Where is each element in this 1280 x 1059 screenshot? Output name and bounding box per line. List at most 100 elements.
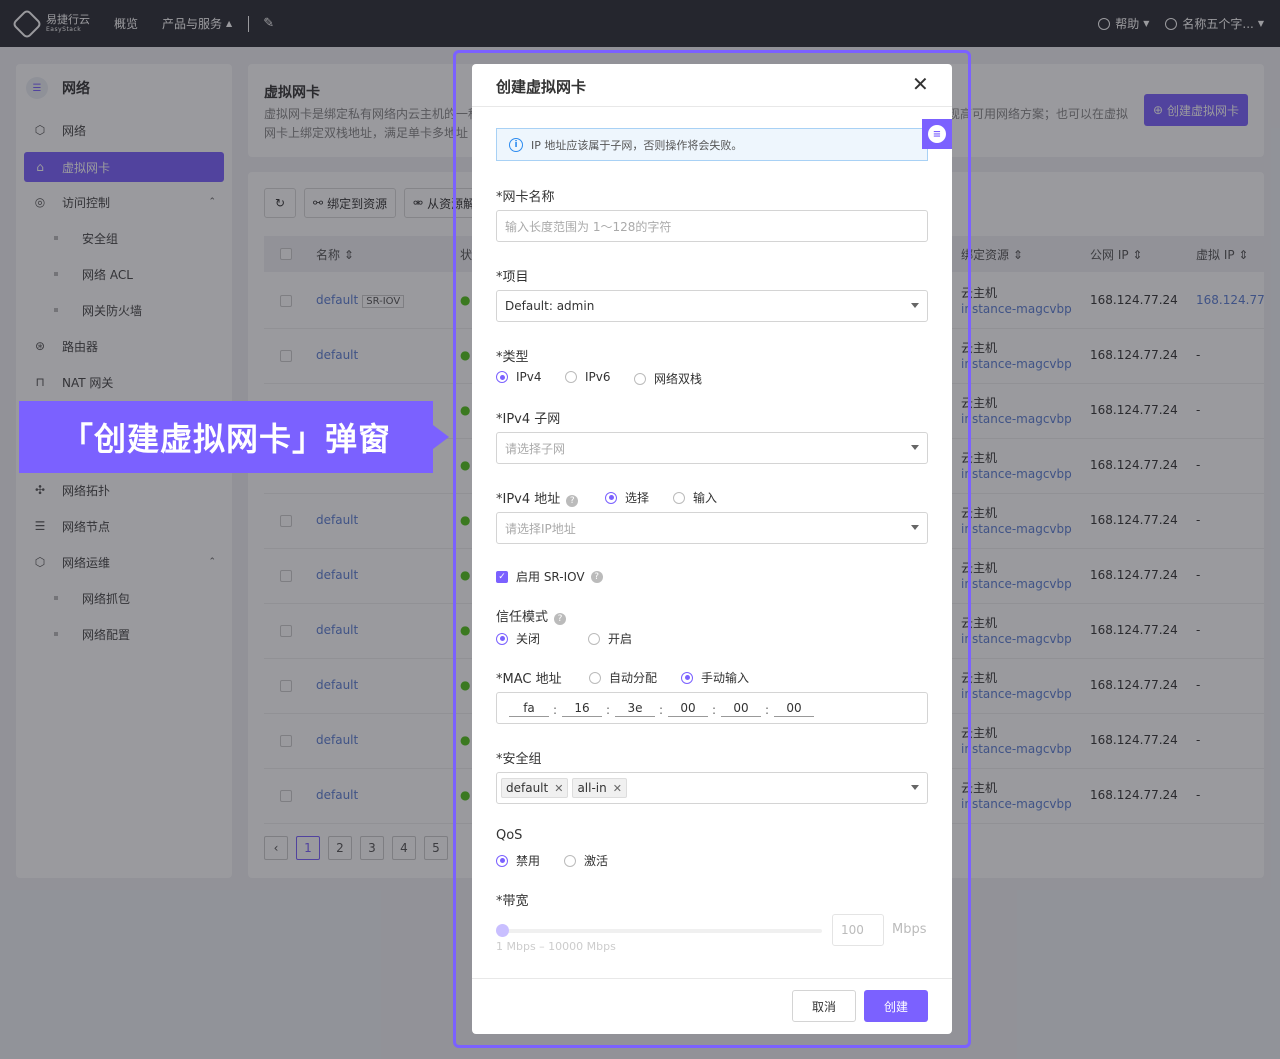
dropdown-caret-icon [911, 525, 919, 530]
subnet-label: *IPv4 子网 [496, 412, 561, 427]
bandwidth-range-hint: 1 Mbps – 10000 Mbps [496, 940, 616, 953]
mac-segment-input[interactable]: 00 [668, 701, 708, 717]
project-value: Default: admin [505, 299, 595, 313]
ipv4-address-label: *IPv4 地址? [496, 488, 579, 507]
bandwidth-slider-handle[interactable] [496, 924, 509, 937]
mac-segment-input[interactable]: fa [509, 701, 549, 717]
radio-checked-icon [605, 491, 617, 504]
callout-arrow [433, 425, 449, 449]
modal-title: 创建虚拟网卡 [496, 78, 587, 96]
qos-label: QoS [496, 828, 523, 843]
radio-label: 激活 [584, 854, 609, 868]
radio-icon [673, 491, 685, 504]
trust-off-radio[interactable]: 关闭 [496, 630, 540, 647]
mac-address-input: fa : 16 : 3e : 00 : 00 : 00 [496, 692, 928, 724]
sg-tag-label: default [506, 781, 549, 795]
trust-mode-label-text: 信任模式 [496, 610, 549, 625]
mac-segment-input[interactable]: 16 [562, 701, 602, 717]
mac-manual-radio[interactable]: 手动输入 [681, 669, 749, 686]
radio-label: 禁用 [516, 854, 541, 868]
type-dualstack-radio[interactable]: 网络双栈 [634, 370, 702, 387]
qos-disable-radio[interactable]: 禁用 [496, 852, 540, 869]
type-ipv4-radio[interactable]: IPv4 [496, 370, 542, 384]
radio-checked-icon [681, 671, 693, 684]
mac-colon: : [765, 703, 770, 717]
sriov-label: 启用 SR-IOV [516, 570, 585, 584]
feedback-button[interactable]: ≡ [922, 119, 952, 149]
create-button[interactable]: 创建 [864, 990, 928, 1022]
radio-label: IPv4 [516, 370, 542, 384]
mac-colon: : [659, 703, 664, 717]
mac-address-label: *MAC 地址 [496, 672, 562, 687]
trust-on-radio[interactable]: 开启 [588, 630, 632, 647]
radio-checked-icon [496, 371, 508, 383]
mac-colon: : [712, 703, 717, 717]
radio-icon [634, 372, 646, 385]
type-ipv6-radio[interactable]: IPv6 [565, 370, 611, 384]
radio-icon [588, 632, 600, 645]
close-icon[interactable]: ✕ [554, 782, 563, 795]
radio-label: 自动分配 [609, 671, 658, 685]
ipv4-address-label-text: *IPv4 地址 [496, 492, 561, 507]
radio-icon [589, 671, 601, 684]
nic-name-label: *网卡名称 [496, 190, 555, 205]
qos-enable-radio[interactable]: 激活 [564, 852, 608, 869]
radio-checked-icon [496, 632, 508, 645]
sg-tag-label: all-in [577, 781, 607, 795]
help-icon[interactable]: ? [554, 613, 567, 625]
radio-icon [565, 371, 577, 383]
subnet-select[interactable]: 请选择子网 [496, 432, 928, 464]
project-select[interactable]: Default: admin [496, 290, 928, 322]
radio-label: 关闭 [516, 632, 541, 646]
help-icon[interactable]: ? [590, 570, 603, 583]
info-icon: i [509, 137, 523, 152]
address-input-radio[interactable]: 输入 [673, 489, 717, 506]
sriov-checkbox[interactable]: ✓ 启用 SR-IOV? [496, 568, 603, 585]
radio-label: IPv6 [585, 370, 611, 384]
radio-label: 手动输入 [701, 671, 750, 685]
cancel-button[interactable]: 取消 [792, 990, 856, 1022]
bandwidth-input[interactable]: 100 [832, 914, 884, 946]
alert-text: IP 地址应该属于子网，否则操作将会失败。 [531, 138, 743, 152]
bandwidth-unit: Mbps [892, 922, 927, 937]
mac-segment-input[interactable]: 3e [615, 701, 655, 717]
dropdown-caret-icon [911, 445, 919, 450]
mac-colon: : [606, 703, 611, 717]
ip-address-select[interactable]: 请选择IP地址 [496, 512, 928, 544]
mac-segment-input[interactable]: 00 [721, 701, 761, 717]
trust-mode-label: 信任模式? [496, 606, 567, 625]
help-icon[interactable]: ? [566, 495, 579, 507]
nic-name-input[interactable]: 输入长度范围为 1～128的字符 [496, 210, 928, 242]
mac-colon: : [553, 703, 558, 717]
radio-icon [564, 854, 576, 867]
radio-label: 网络双栈 [654, 372, 703, 386]
dropdown-caret-icon [911, 303, 919, 308]
address-select-radio[interactable]: 选择 [605, 489, 649, 506]
mac-segment-input[interactable]: 00 [774, 701, 814, 717]
close-icon[interactable]: ✕ [613, 782, 622, 795]
sg-tag: default ✕ [501, 778, 569, 798]
type-label: *类型 [496, 350, 529, 365]
project-label: *项目 [496, 270, 529, 285]
subnet-placeholder: 请选择子网 [505, 441, 566, 456]
radio-label: 开启 [608, 632, 633, 646]
annotation-callout: 「创建虚拟网卡」弹窗 [19, 401, 433, 473]
radio-label: 选择 [625, 491, 650, 505]
bandwidth-slider-track[interactable] [500, 929, 822, 933]
info-alert: i IP 地址应该属于子网，否则操作将会失败。 [496, 128, 928, 161]
security-group-select[interactable]: default ✕ all-in ✕ [496, 772, 928, 804]
bandwidth-label: *带宽 [496, 894, 529, 909]
sg-tag: all-in ✕ [572, 778, 627, 798]
radio-checked-icon [496, 854, 508, 867]
divider [472, 106, 952, 107]
create-nic-modal: 创建虚拟网卡 ✕ i IP 地址应该属于子网，否则操作将会失败。 *网卡名称 输… [472, 64, 952, 1034]
ip-address-placeholder: 请选择IP地址 [505, 521, 576, 536]
radio-label: 输入 [693, 491, 718, 505]
divider [472, 978, 952, 979]
mac-auto-radio[interactable]: 自动分配 [589, 669, 657, 686]
comment-icon: ≡ [928, 125, 946, 143]
security-group-label: *安全组 [496, 752, 542, 767]
dropdown-caret-icon [911, 785, 919, 790]
close-icon[interactable]: ✕ [912, 72, 929, 96]
checkbox-checked-icon: ✓ [496, 570, 508, 583]
